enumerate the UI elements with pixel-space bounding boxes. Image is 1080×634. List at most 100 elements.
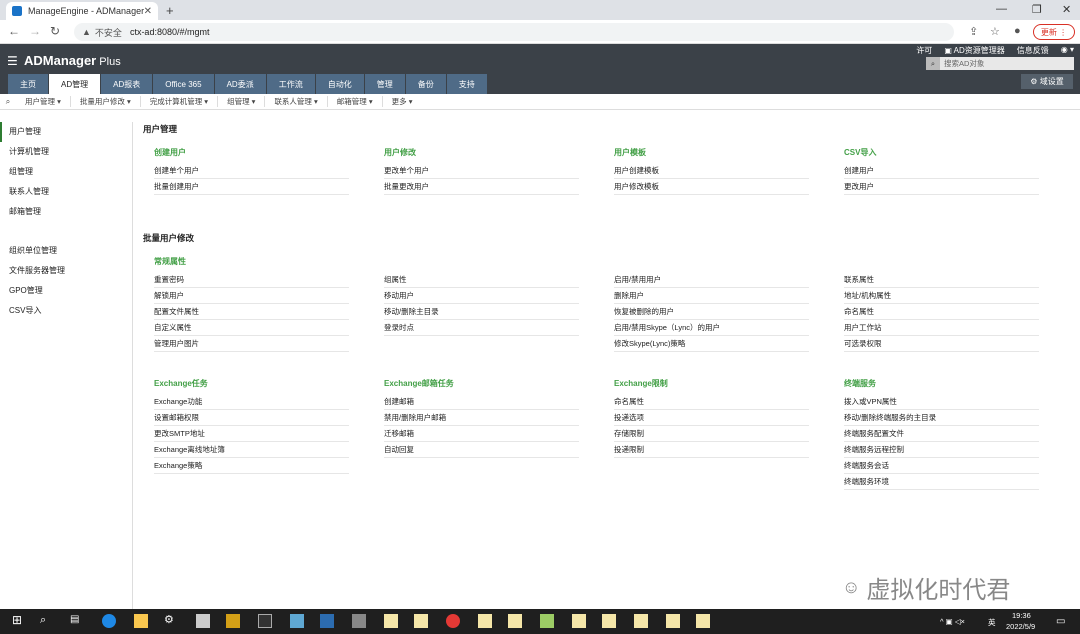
notepad-icon[interactable] (508, 614, 522, 628)
tab-ad-delegation[interactable]: AD委派 (214, 74, 267, 94)
nav-computer-mgmt[interactable]: 计算机管理 (0, 142, 132, 162)
nav-user-mgmt[interactable]: 用户管理 (0, 122, 132, 142)
close-window-icon[interactable]: ✕ (1062, 3, 1071, 16)
tab-office365[interactable]: Office 365 (153, 74, 215, 94)
forward-icon[interactable]: → (29, 24, 41, 38)
new-tab-icon[interactable]: + (166, 3, 174, 18)
link-item[interactable]: 登录时点 (384, 320, 579, 336)
link-item[interactable]: 移动/删除终端服务的主目录 (844, 410, 1039, 426)
tab-workflow[interactable]: 工作流 (266, 74, 316, 94)
link-item[interactable]: 可选录权限 (844, 336, 1039, 352)
link-item[interactable]: 命名属性 (844, 304, 1039, 320)
link-item[interactable]: 设置邮箱权限 (154, 410, 349, 426)
notepad-icon[interactable] (666, 614, 680, 628)
link-item[interactable]: 用户创建模板 (614, 163, 809, 179)
notepad-icon[interactable] (414, 614, 428, 628)
link-item[interactable]: 解锁用户 (154, 288, 349, 304)
submenu-bulk-modify[interactable]: 批量用户修改 ▾ (71, 96, 141, 107)
link-item[interactable]: 禁用/删除用户邮箱 (384, 410, 579, 426)
nav-group-mgmt[interactable]: 组管理 (0, 162, 132, 182)
link-item[interactable]: 移动/删除主目录 (384, 304, 579, 320)
license-link[interactable]: 许可 (916, 45, 932, 56)
link-item[interactable]: 创建单个用户 (154, 163, 349, 179)
search-icon[interactable]: ⌕ (40, 614, 54, 628)
submenu-more[interactable]: 更多 ▾ (383, 96, 422, 107)
domain-settings-button[interactable]: ⚙ 域设置 (1021, 74, 1073, 89)
link-item[interactable]: 删除用户 (614, 288, 809, 304)
app-icon[interactable] (352, 614, 366, 628)
notepad-icon[interactable] (634, 614, 648, 628)
minimize-icon[interactable]: — (996, 3, 1007, 15)
link-item[interactable]: 配置文件属性 (154, 304, 349, 320)
windows-start-icon[interactable]: ⊞ (12, 613, 26, 627)
link-item[interactable]: 更改单个用户 (384, 163, 579, 179)
close-tab-icon[interactable]: ✕ (144, 6, 152, 17)
link-item[interactable]: 自动回复 (384, 442, 579, 458)
link-item[interactable]: 地址/机构属性 (844, 288, 1039, 304)
notepad-icon[interactable] (478, 614, 492, 628)
tab-admin[interactable]: 管理 (364, 74, 406, 94)
submenu-computer-mgmt[interactable]: 完成计算机管理 ▾ (141, 96, 219, 107)
link-item[interactable]: 创建邮箱 (384, 394, 579, 410)
menu-icon[interactable]: ☰ (7, 54, 18, 68)
ad-explorer-link[interactable]: ▣ AD资源管理器 (944, 45, 1004, 56)
link-item[interactable]: 终端服务会话 (844, 458, 1039, 474)
notepad-icon[interactable] (602, 614, 616, 628)
link-item[interactable]: 组属性 (384, 272, 579, 288)
link-item[interactable]: Exchange策略 (154, 458, 349, 474)
link-item[interactable]: 命名属性 (614, 394, 809, 410)
clock-time[interactable]: 19:36 (1012, 611, 1031, 620)
link-item[interactable]: 联系属性 (844, 272, 1039, 288)
tab-ad-management[interactable]: AD管理 (49, 74, 102, 94)
settings-icon[interactable]: ⚙ (164, 613, 178, 627)
link-item[interactable]: 投递选项 (614, 410, 809, 426)
link-item[interactable]: 用户修改模板 (614, 179, 809, 195)
user-menu[interactable]: ◉ ▾ (1061, 45, 1074, 56)
share-icon[interactable]: ⇪ (969, 25, 978, 38)
tray-icons[interactable]: ^ ▣ ◁× (940, 617, 965, 626)
feedback-link[interactable]: 信息反馈 (1017, 45, 1049, 56)
nav-contact-mgmt[interactable]: 联系人管理 (0, 182, 132, 202)
link-item[interactable]: 重置密码 (154, 272, 349, 288)
profile-icon[interactable]: ● (1014, 25, 1021, 37)
notepad-icon[interactable] (384, 614, 398, 628)
link-item[interactable]: 修改Skype(Lync)策略 (614, 336, 809, 352)
search-ad-objects[interactable]: ⌕ 搜索AD对象 (926, 57, 1074, 70)
submenu-group-mgmt[interactable]: 组管理 ▾ (218, 96, 266, 107)
link-item[interactable]: 更改用户 (844, 179, 1039, 195)
link-item[interactable]: 批量创建用户 (154, 179, 349, 195)
notepad-icon[interactable] (696, 614, 710, 628)
update-button[interactable]: 更新 ⋮ (1033, 24, 1075, 40)
link-item[interactable]: 启用/禁用Skype（Lync）的用户 (614, 320, 809, 336)
submenu-user-mgmt[interactable]: 用户管理 ▾ (16, 96, 71, 107)
search-icon[interactable]: ⌕ (0, 97, 16, 107)
link-item[interactable]: 终端服务远程控制 (844, 442, 1039, 458)
browser-tab[interactable]: ManageEngine - ADManager ✕ (6, 2, 158, 20)
link-item[interactable]: Exchange功能 (154, 394, 349, 410)
nav-file-server-mgmt[interactable]: 文件服务器管理 (0, 261, 132, 281)
restore-icon[interactable]: ❐ (1032, 3, 1042, 16)
file-explorer-icon[interactable] (134, 614, 148, 628)
link-item[interactable]: 拨入或VPN属性 (844, 394, 1039, 410)
link-item[interactable]: 终端服务环境 (844, 474, 1039, 490)
submenu-mailbox-mgmt[interactable]: 邮箱管理 ▾ (328, 96, 383, 107)
link-item[interactable]: 批量更改用户 (384, 179, 579, 195)
app-icon[interactable] (290, 614, 304, 628)
submenu-contact-mgmt[interactable]: 联系人管理 ▾ (265, 96, 328, 107)
link-item[interactable]: 启用/禁用用户 (614, 272, 809, 288)
nav-gpo-mgmt[interactable]: GPO管理 (0, 281, 132, 301)
link-item[interactable]: Exchange离线地址簿 (154, 442, 349, 458)
tab-backup[interactable]: 备份 (405, 74, 447, 94)
link-item[interactable]: 恢复被删除的用户 (614, 304, 809, 320)
notepad-icon[interactable] (572, 614, 586, 628)
link-item[interactable]: 存储限制 (614, 426, 809, 442)
link-item[interactable]: 投递限制 (614, 442, 809, 458)
app-icon[interactable] (226, 614, 240, 628)
nav-ou-mgmt[interactable]: 组织单位管理 (0, 241, 132, 261)
app-icon[interactable] (540, 614, 554, 628)
task-view-icon[interactable]: ▤ (70, 614, 84, 628)
nav-mailbox-mgmt[interactable]: 邮箱管理 (0, 202, 132, 222)
link-item[interactable]: 自定义属性 (154, 320, 349, 336)
chrome-icon[interactable] (446, 614, 460, 628)
terminal-icon[interactable] (258, 614, 272, 628)
